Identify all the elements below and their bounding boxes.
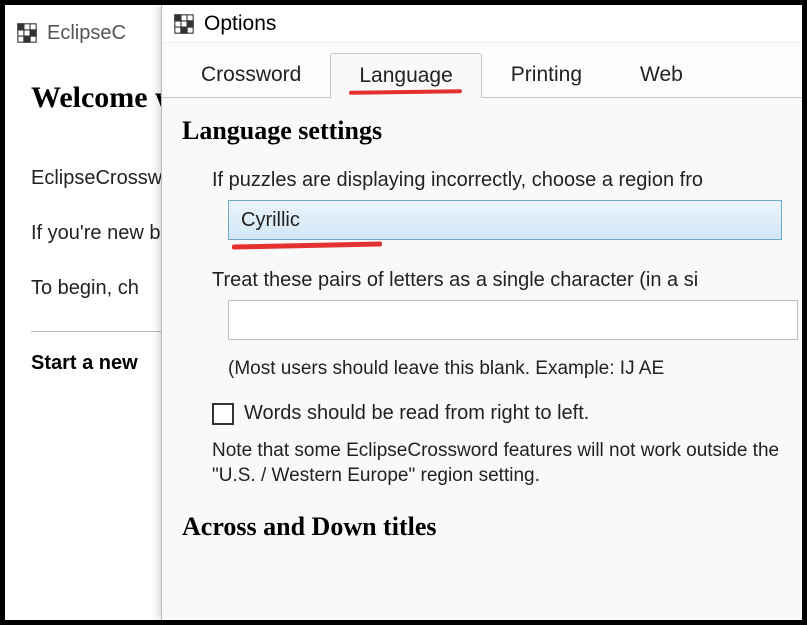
region-label: If puzzles are displaying incorrectly, c… [212,168,782,192]
crossword-icon [172,12,196,36]
tab-label: Printing [511,63,582,86]
tab-crossword[interactable]: Crossword [172,52,330,97]
region-select[interactable]: Cyrillic [228,200,782,240]
annotation-underline [232,241,382,249]
app-icon [15,21,39,45]
across-down-heading: Across and Down titles [182,512,782,542]
options-title: Options [204,12,276,36]
options-dialog: Options Crossword Language Printing Web … [161,5,802,620]
tab-language[interactable]: Language [330,53,481,98]
region-note: Note that some EclipseCrossword features… [212,439,782,488]
pairs-hint: (Most users should leave this blank. Exa… [228,358,782,380]
tab-strip: Crossword Language Printing Web [162,43,802,98]
annotation-underline [349,89,462,95]
language-settings-heading: Language settings [182,116,782,146]
tab-printing[interactable]: Printing [482,52,611,97]
rtl-label: Words should be read from right to left. [244,402,589,425]
rtl-checkbox[interactable] [212,403,234,425]
pairs-input[interactable] [228,300,798,340]
tab-label: Language [359,64,452,87]
app-title: EclipseC [47,22,126,45]
tab-label: Web [640,63,683,86]
region-value: Cyrillic [241,209,300,232]
pairs-label: Treat these pairs of letters as a single… [212,268,782,292]
tab-label: Crossword [201,63,301,86]
tab-web[interactable]: Web [611,52,712,97]
options-titlebar: Options [162,5,802,43]
